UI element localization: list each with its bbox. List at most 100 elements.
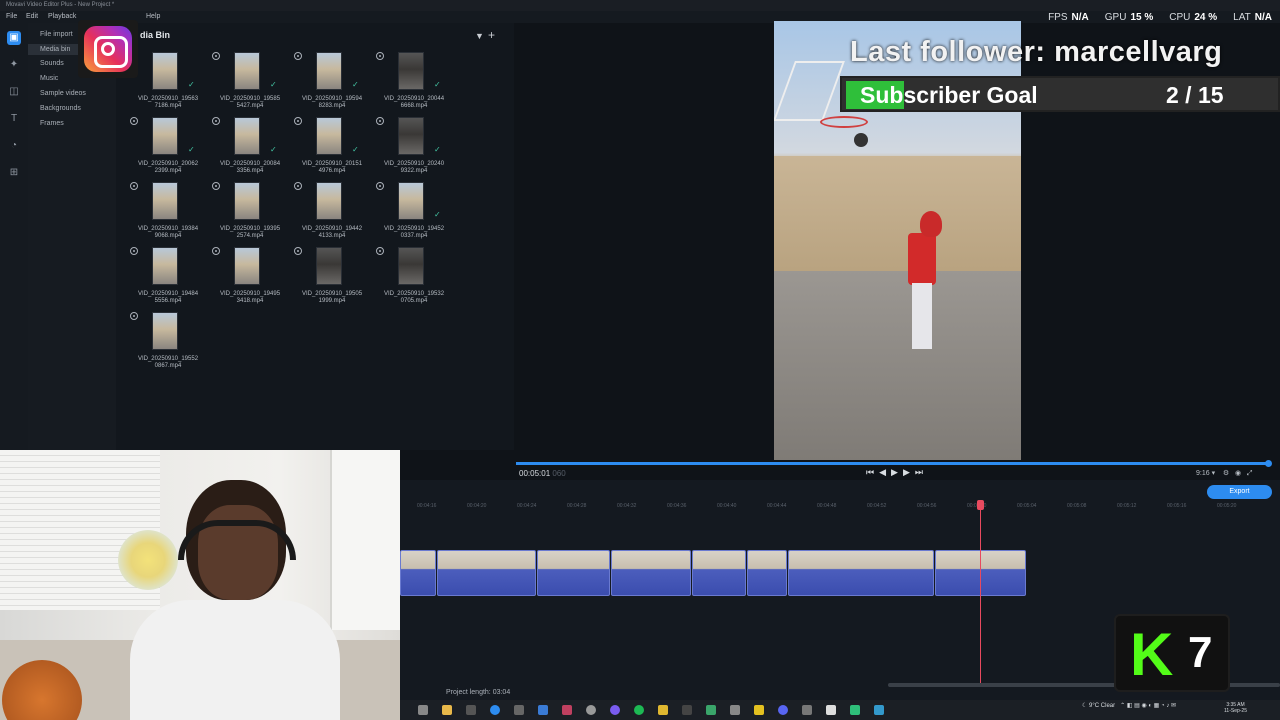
preview-radio-icon[interactable] [294,182,302,190]
category-frames[interactable]: Frames [40,120,64,127]
media-item[interactable]: VID_20250910_19552 0867.mp4 [130,312,214,376]
app-icon[interactable] [730,705,740,715]
media-item[interactable]: ✓ VID_20250910_19563 7186.mp4 [130,52,214,116]
media-item[interactable]: VID_20250910_19395 2574.mp4 [212,182,296,246]
app-icon[interactable] [682,705,692,715]
app-icon[interactable] [802,705,812,715]
media-item[interactable]: ✓ VID_20250910_20044 6668.mp4 [376,52,460,116]
play-icon[interactable]: ▶ [891,467,898,478]
app-icon[interactable] [562,705,572,715]
sticker-icon[interactable]: ◔ [7,139,21,153]
preview-radio-icon[interactable] [212,247,220,255]
step-forward-icon[interactable]: ▶ [903,467,910,478]
preview-radio-icon[interactable] [294,247,302,255]
media-filename: VID_20250910_19505 1999.mp4 [290,291,374,305]
timeline-ruler[interactable]: 00:04:16 00:04:20 00:04:24 00:04:28 00:04:32… [400,500,1280,510]
ruler-tick-label: 00:04:44 [767,503,787,509]
timeline-clip[interactable] [400,550,436,596]
category-sounds[interactable]: Sounds [40,60,64,67]
media-item[interactable]: VID_20250910_19442 4133.mp4 [294,182,378,246]
export-button[interactable]: Export [1207,485,1272,499]
media-item[interactable]: ✓ VID_20250910_20062 2399.mp4 [130,117,214,181]
aspect-ratio-select[interactable]: 9:16 ▾ ⚙ ◉ ⤢ [1196,469,1253,478]
preview-radio-icon[interactable] [130,312,138,320]
timeline-clip[interactable] [788,550,934,596]
menu-edit[interactable]: Edit [26,13,38,20]
app-icon[interactable] [850,705,860,715]
category-music[interactable]: Music [40,75,58,82]
playhead-handle[interactable] [977,500,984,510]
media-item[interactable]: ✓ VID_20250910_20151 4976.mp4 [294,117,378,181]
filter-icon[interactable]: ▼ [475,31,484,41]
media-thumbnail [316,247,342,285]
media-item[interactable]: VID_20250910_19484 5556.mp4 [130,247,214,311]
timeline-clip[interactable] [692,550,746,596]
app-icon[interactable] [826,705,836,715]
app-icon[interactable] [466,705,476,715]
menu-help[interactable]: Help [146,13,160,20]
category-sample-videos[interactable]: Sample videos [40,90,86,97]
add-icon[interactable]: + [488,28,495,42]
preview-radio-icon[interactable] [130,182,138,190]
media-thumbnail [152,247,178,285]
preview-radio-icon[interactable] [376,182,384,190]
skip-forward-icon[interactable]: ⏭ [915,467,923,478]
skip-back-icon[interactable]: ⏮ [866,467,874,478]
media-item[interactable]: ✓ VID_20250910_19585 5427.mp4 [212,52,296,116]
import-icon[interactable]: ▣ [7,31,21,45]
preview-radio-icon[interactable] [212,117,220,125]
media-item[interactable]: VID_20250910_19384 9068.mp4 [130,182,214,246]
messenger-icon[interactable] [610,705,620,715]
menu-playback[interactable]: Playback [48,13,76,20]
subscriber-goal-bar: Subscriber Goal 2 / 15 [840,76,1280,112]
playback-progress[interactable] [516,462,1268,465]
app-icon[interactable] [706,705,716,715]
timecode: 00:05:01 060 [519,469,566,478]
category-file-import[interactable]: File import [40,31,73,38]
timeline-clip[interactable] [747,550,787,596]
preview-radio-icon[interactable] [212,182,220,190]
discord-icon[interactable] [778,705,788,715]
timeline-clip[interactable] [537,550,610,596]
preview-radio-icon[interactable] [130,117,138,125]
playback-knob[interactable] [1265,460,1272,467]
weather-tray[interactable]: ☾ 9°C Clear ⌃ ◧ ▤ ◉ ◐ ▦ ◔ ♪ ✉ [1082,702,1176,709]
media-item[interactable]: VID_20250910_19505 1999.mp4 [294,247,378,311]
folder-icon[interactable] [442,705,452,715]
playhead[interactable] [980,502,981,685]
media-item[interactable]: ✓ VID_20250910_19594 8283.mp4 [294,52,378,116]
media-item[interactable]: ✓ VID_20250910_20240 9322.mp4 [376,117,460,181]
app-icon[interactable] [754,705,764,715]
media-item[interactable]: ✓ VID_20250910_20084 3356.mp4 [212,117,296,181]
media-item[interactable]: ✓ VID_20250910_19452 0337.mp4 [376,182,460,246]
edge-icon[interactable] [418,705,428,715]
preview-radio-icon[interactable] [294,52,302,60]
preview-radio-icon[interactable] [376,117,384,125]
magic-icon[interactable]: ✦ [7,58,21,72]
app-icon[interactable] [874,705,884,715]
spotify-icon[interactable] [634,705,644,715]
chrome-icon[interactable] [490,705,500,715]
step-back-icon[interactable]: ◀ [879,467,886,478]
taskbar-clock[interactable]: 3:35 AM 11-Sep-25 [1224,702,1247,714]
media-item[interactable]: VID_20250910_19495 3418.mp4 [212,247,296,311]
preview-radio-icon[interactable] [294,117,302,125]
preview-radio-icon[interactable] [212,52,220,60]
preview-radio-icon[interactable] [130,247,138,255]
obs-icon[interactable] [586,705,596,715]
transition-icon[interactable]: ◫ [7,85,21,99]
app-icon[interactable] [658,705,668,715]
preview-radio-icon[interactable] [376,52,384,60]
grid-icon[interactable]: ⊞ [7,166,21,180]
basketball [854,133,868,147]
menu-file[interactable]: File [6,13,17,20]
timeline-clip[interactable] [611,550,691,596]
timeline-clip[interactable] [437,550,536,596]
text-icon[interactable]: T [7,112,21,126]
video-track [400,550,1026,596]
media-item[interactable]: VID_20250910_19532 0705.mp4 [376,247,460,311]
category-backgrounds[interactable]: Backgrounds [40,105,81,112]
app-icon[interactable] [514,705,524,715]
preview-radio-icon[interactable] [376,247,384,255]
vscode-icon[interactable] [538,705,548,715]
